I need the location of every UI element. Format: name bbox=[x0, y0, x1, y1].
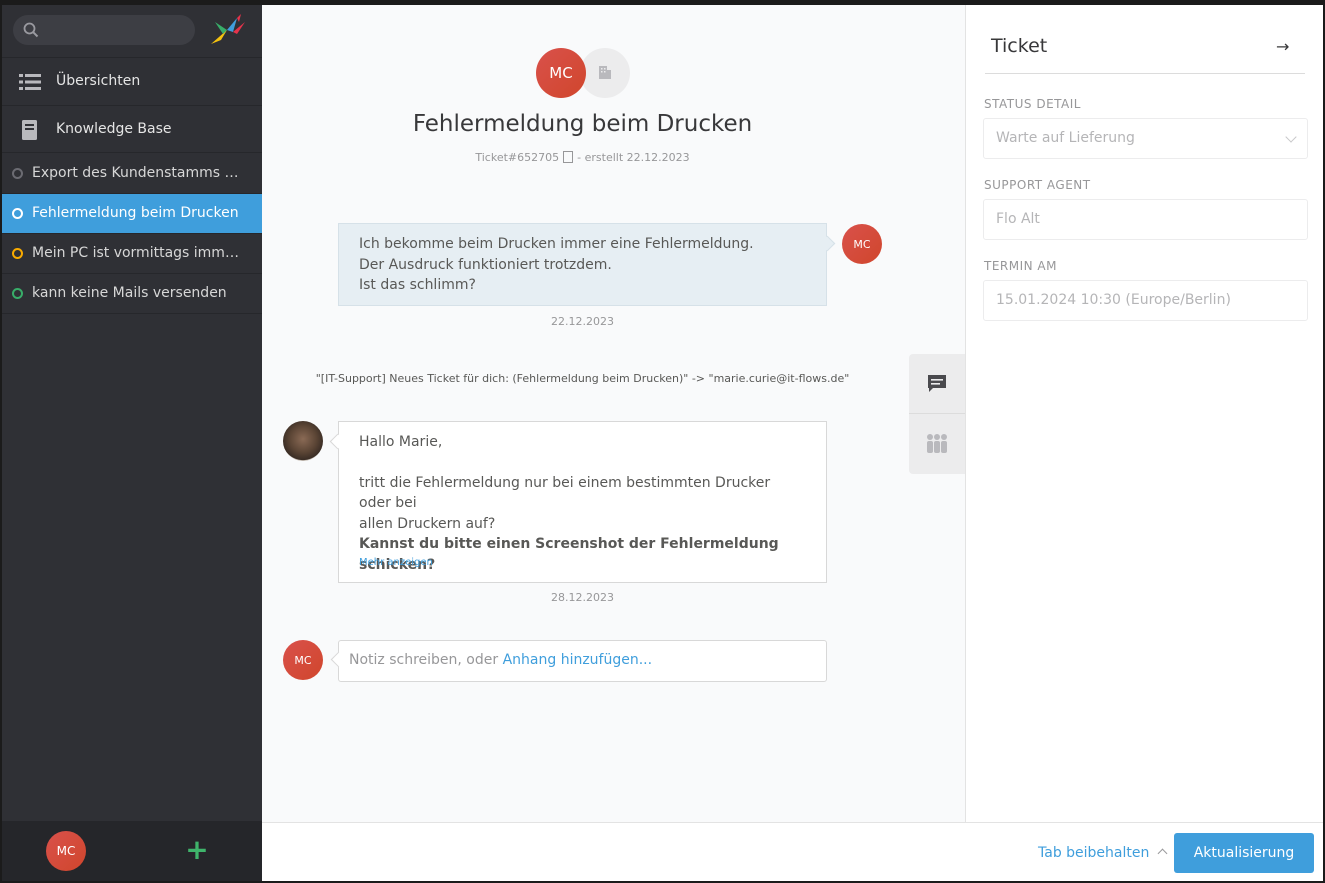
message-line: allen Druckern auf? bbox=[359, 515, 496, 532]
nav-knowledge-base[interactable]: Knowledge Base bbox=[2, 105, 262, 153]
copy-icon[interactable] bbox=[563, 151, 574, 163]
customer-message: Ich bekomme beim Drucken immer eine Fehl… bbox=[338, 223, 827, 306]
ticket-meta: Ticket#652705 - erstellt 22.12.2023 bbox=[262, 151, 903, 164]
sidebar-footer: MC + bbox=[2, 821, 262, 881]
sidebar: Übersichten Knowledge Base Export des Ku… bbox=[2, 5, 262, 881]
field-label: SUPPORT AGENT bbox=[984, 178, 1091, 192]
side-tabs bbox=[909, 354, 965, 474]
customer-message-avatar[interactable]: MC bbox=[842, 224, 882, 264]
ticket-tab-label: kann keine Mails versenden bbox=[32, 285, 227, 301]
nav-overviews[interactable]: Übersichten bbox=[2, 57, 262, 105]
status-closed-icon bbox=[12, 168, 23, 179]
note-input[interactable]: Notiz schreiben, oder Anhang hinzufügen.… bbox=[338, 640, 827, 682]
chevron-down-icon bbox=[1285, 131, 1297, 143]
panel-title: Ticket bbox=[991, 35, 1048, 57]
group-icon bbox=[927, 434, 947, 453]
message-greeting: Hallo Marie, bbox=[359, 434, 443, 450]
termin-value: 15.01.2024 10:30 (Europe/Berlin) bbox=[996, 292, 1231, 308]
ticket-tab-fehlermeldung[interactable]: Fehlermeldung beim Drucken bbox=[2, 194, 262, 234]
message-date: 22.12.2023 bbox=[551, 315, 614, 328]
agent-avatar[interactable] bbox=[283, 421, 323, 461]
ticket-tab-export[interactable]: Export des Kundenstamms dau… bbox=[2, 154, 262, 194]
status-active-icon bbox=[12, 208, 23, 219]
nav-knowledge-base-label: Knowledge Base bbox=[56, 121, 172, 137]
divider bbox=[985, 73, 1305, 74]
status-open-icon bbox=[12, 288, 23, 299]
chevron-up-icon bbox=[1157, 848, 1168, 859]
chat-icon bbox=[928, 375, 946, 392]
ticket-sidebar: Ticket → STATUS DETAIL Warte auf Lieferu… bbox=[965, 5, 1323, 822]
update-button[interactable]: Aktualisierung bbox=[1174, 833, 1314, 873]
note-placeholder: Notiz schreiben, oder bbox=[349, 652, 503, 668]
ticket-number: Ticket#652705 bbox=[475, 151, 560, 164]
customer-avatar[interactable]: MC bbox=[536, 48, 586, 98]
compose-avatar: MC bbox=[283, 640, 323, 680]
support-agent-field[interactable]: Flo Alt bbox=[983, 199, 1308, 240]
search-input[interactable] bbox=[13, 15, 195, 45]
termin-field[interactable]: 15.01.2024 10:30 (Europe/Berlin) bbox=[983, 280, 1308, 321]
search-icon bbox=[23, 22, 39, 38]
building-icon bbox=[599, 66, 611, 79]
status-detail-value: Warte auf Lieferung bbox=[996, 130, 1135, 146]
show-more-link[interactable]: Mehr anzeigen bbox=[359, 553, 433, 574]
ticket-title[interactable]: Fehlermeldung beim Drucken bbox=[262, 111, 903, 137]
ticket-tab-label: Export des Kundenstamms dau… bbox=[32, 165, 247, 181]
bottom-bar: Tab beibehalten Aktualisierung bbox=[262, 822, 1323, 881]
logo-icon bbox=[211, 14, 245, 44]
add-icon[interactable]: + bbox=[185, 836, 209, 864]
keep-tab-label: Tab beibehalten bbox=[1038, 845, 1150, 861]
arrow-right-icon[interactable]: → bbox=[1276, 37, 1289, 56]
nav-overviews-label: Übersichten bbox=[56, 73, 141, 89]
organization-avatar[interactable] bbox=[580, 48, 630, 98]
attach-link[interactable]: Anhang hinzufügen... bbox=[503, 652, 653, 668]
ticket-created: - erstellt 22.12.2023 bbox=[577, 151, 690, 164]
ticket-tab-mails[interactable]: kann keine Mails versenden bbox=[2, 274, 262, 314]
message-date: 28.12.2023 bbox=[551, 591, 614, 604]
ticket-main: MC Fehlermeldung beim Drucken Ticket#652… bbox=[262, 5, 965, 822]
status-pending-icon bbox=[12, 248, 23, 259]
status-detail-select[interactable]: Warte auf Lieferung bbox=[983, 118, 1308, 159]
keep-tab-button[interactable]: Tab beibehalten bbox=[1038, 845, 1168, 861]
book-icon bbox=[22, 120, 37, 140]
field-label: STATUS DETAIL bbox=[984, 97, 1081, 111]
message-line: tritt die Fehlermeldung nur bei einem be… bbox=[359, 474, 771, 512]
tab-customer[interactable] bbox=[909, 414, 965, 474]
ticket-tab-mein-pc[interactable]: Mein PC ist vormittags immer se… bbox=[2, 234, 262, 274]
field-label: TERMIN AM bbox=[984, 259, 1057, 273]
message-line: Ist das schlimm? bbox=[359, 277, 476, 293]
system-notification: "[IT-Support] Neues Ticket für dich: (Fe… bbox=[315, 372, 850, 385]
message-line: Ich bekomme beim Drucken immer eine Fehl… bbox=[359, 236, 754, 252]
user-avatar[interactable]: MC bbox=[46, 831, 86, 871]
ticket-tab-label: Fehlermeldung beim Drucken bbox=[32, 205, 239, 221]
tab-ticket[interactable] bbox=[909, 354, 965, 414]
support-agent-value: Flo Alt bbox=[996, 211, 1040, 227]
message-line: Der Ausdruck funktioniert trotzdem. bbox=[359, 256, 612, 273]
agent-message: Hallo Marie, tritt die Fehlermeldung nur… bbox=[338, 421, 827, 583]
list-icon bbox=[19, 74, 41, 90]
ticket-tab-label: Mein PC ist vormittags immer se… bbox=[32, 245, 247, 261]
